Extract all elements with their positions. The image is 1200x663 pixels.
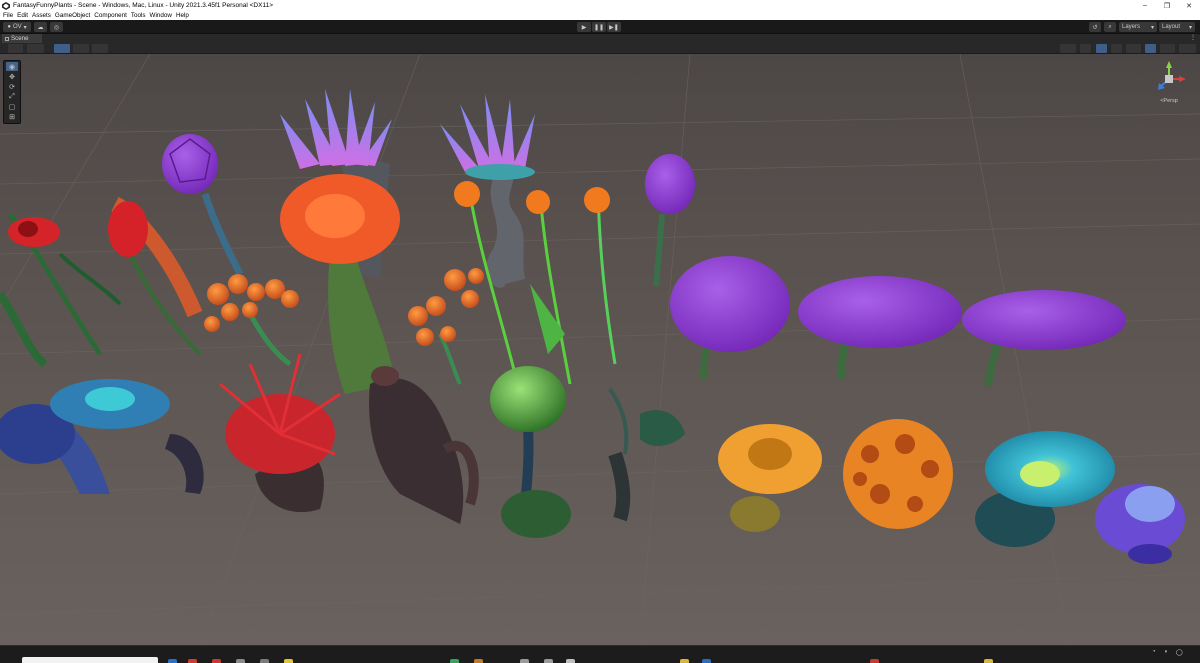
scene-tab-bar: Scene ⋮ (0, 34, 1200, 43)
app-icon[interactable] (474, 659, 483, 663)
scene-toolbar (0, 43, 1200, 54)
collab-button[interactable]: ◎ (50, 22, 63, 32)
account-label: OV (12, 24, 22, 30)
app-icon[interactable] (680, 659, 689, 663)
volume-icon[interactable]: ◖ (1164, 649, 1168, 655)
camera-settings-button[interactable] (1160, 44, 1175, 53)
move-icon: ✥ (9, 73, 15, 81)
chevron-down-icon: ▾ (23, 24, 27, 31)
scene-viewport[interactable] (0, 54, 1200, 645)
menu-edit[interactable]: Edit (17, 12, 28, 19)
os-taskbar: ◔ ◖ ◯ (0, 645, 1200, 663)
rect-icon: ▢ (8, 103, 16, 111)
app-icon[interactable] (870, 659, 879, 663)
view-tool-button[interactable]: ◉ (6, 62, 18, 71)
menu-component[interactable]: Component (94, 12, 127, 19)
tab-scene[interactable]: Scene (2, 34, 42, 43)
scale-icon: ⤢ (9, 92, 15, 100)
search-icon: ⌕ (1108, 23, 1112, 30)
eye-icon: ◉ (8, 63, 16, 71)
chevron-down-icon: ▾ (1150, 24, 1154, 31)
app-icon[interactable] (566, 659, 575, 663)
menu-window[interactable]: Window (150, 12, 172, 19)
scene-icon (5, 36, 9, 41)
app-icon[interactable] (544, 659, 553, 663)
lighting-toggle-button[interactable] (1096, 44, 1107, 53)
minimize-button[interactable]: – (1134, 0, 1156, 11)
app-icon[interactable] (284, 659, 293, 663)
move-tool-button[interactable]: ✥ (6, 72, 18, 81)
window-title: FantasyFunnyPlants - Scene - Windows, Ma… (13, 2, 274, 9)
audio-toggle-button[interactable] (1111, 44, 1122, 53)
app-icon[interactable] (450, 659, 459, 663)
taskbar-search-field[interactable] (22, 657, 158, 663)
global-local-button[interactable] (27, 44, 44, 53)
2d-toggle-button[interactable] (1080, 44, 1091, 53)
rotate-icon: ⟳ (9, 83, 15, 91)
notification-icon[interactable]: ◯ (1176, 649, 1183, 656)
transform-icon: ⊞ (9, 113, 15, 121)
align-button[interactable] (92, 44, 108, 53)
step-icon: ▶❚ (609, 24, 619, 31)
app-icon[interactable] (984, 659, 993, 663)
unity-logo-icon (2, 1, 10, 10)
layout-dropdown[interactable]: Layout ▾ (1159, 22, 1195, 32)
perspective-label[interactable]: <Persp (1150, 98, 1188, 104)
menu-bar: File Edit Assets GameObject Component To… (0, 11, 1200, 20)
effects-button[interactable] (1126, 44, 1141, 53)
tab-menu-icon[interactable]: ⋮ (1190, 34, 1196, 43)
history-icon: ↺ (1092, 24, 1098, 31)
app-icon[interactable] (168, 659, 177, 663)
menu-assets[interactable]: Assets (32, 12, 51, 19)
plant-orange-spore-ball[interactable] (843, 419, 953, 529)
increment-snap-button[interactable] (73, 44, 89, 53)
draw-mode-button[interactable] (1060, 44, 1076, 53)
app-icon[interactable] (260, 659, 269, 663)
play-icon: ▶ (581, 24, 587, 31)
pause-button[interactable]: ❚❚ (592, 22, 606, 32)
grid-snap-button[interactable] (54, 44, 70, 53)
menu-tools[interactable]: Tools (131, 12, 146, 19)
layers-label: Layers (1122, 24, 1141, 30)
cloud-button[interactable]: ☁ (34, 22, 47, 32)
transform-tool-button[interactable]: ⊞ (6, 112, 18, 121)
step-button[interactable]: ▶❚ (607, 22, 621, 32)
history-button[interactable]: ↺ (1089, 22, 1101, 32)
rect-tool-button[interactable]: ▢ (6, 102, 18, 111)
rotate-tool-button[interactable]: ⟳ (6, 82, 18, 91)
maximize-button[interactable]: ❐ (1156, 0, 1178, 11)
scene-render[interactable] (0, 54, 1200, 645)
chevron-down-icon: ▾ (1188, 24, 1192, 31)
play-button[interactable]: ▶ (577, 22, 591, 32)
app-icon-active[interactable] (702, 659, 711, 663)
close-button[interactable]: ✕ (1178, 0, 1200, 11)
scale-tool-button[interactable]: ⤢ (6, 92, 18, 101)
gizmos-button[interactable] (1179, 44, 1196, 53)
tab-scene-label: Scene (11, 35, 29, 42)
cloud-icon: ☁ (37, 24, 44, 31)
pivot-mode-button[interactable] (8, 44, 23, 53)
menu-file[interactable]: File (3, 12, 13, 19)
menu-help[interactable]: Help (176, 12, 189, 19)
orientation-gizmo[interactable]: <Persp (1150, 60, 1188, 110)
account-dropdown[interactable]: ● OV ▾ (3, 22, 31, 32)
search-button[interactable]: ⌕ (1104, 22, 1116, 32)
main-toolbar: ● OV ▾ ☁ ◎ ▶ ❚❚ ▶❚ ↺ ⌕ Layers ▾ Layout ▾ (0, 20, 1200, 34)
pause-icon: ❚❚ (593, 24, 605, 31)
account-icon: ● (7, 24, 11, 30)
window-title-bar: FantasyFunnyPlants - Scene - Windows, Ma… (0, 0, 1200, 11)
app-icon[interactable] (520, 659, 529, 663)
collab-icon: ◎ (53, 24, 60, 31)
scene-tools-panel: ◉ ✥ ⟳ ⤢ ▢ ⊞ (3, 60, 21, 124)
app-icon[interactable] (236, 659, 245, 663)
axis-gizmo-icon[interactable] (1150, 60, 1188, 98)
app-icon[interactable] (188, 659, 197, 663)
layout-label: Layout (1162, 24, 1181, 30)
menu-gameobject[interactable]: GameObject (55, 12, 90, 19)
network-icon[interactable]: ◔ (1152, 649, 1156, 655)
hidden-objects-button[interactable] (1145, 44, 1156, 53)
layers-dropdown[interactable]: Layers ▾ (1119, 22, 1157, 32)
app-icon[interactable] (212, 659, 221, 663)
